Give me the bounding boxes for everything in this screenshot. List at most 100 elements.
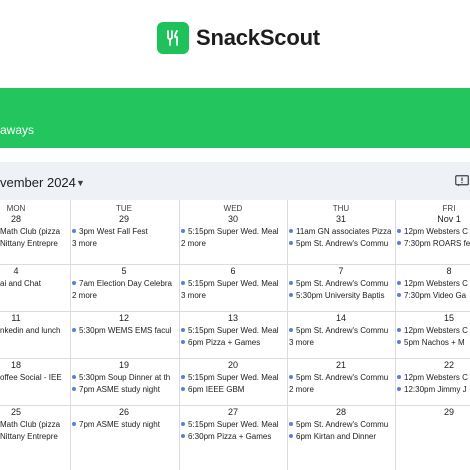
- calendar-event[interactable]: 5:15pm Super Wed. Meal: [181, 278, 286, 289]
- event-dot-icon: [289, 422, 293, 426]
- event-dot-icon: [397, 375, 401, 379]
- calendar-event[interactable]: 6pm Pizza + Games: [181, 337, 286, 348]
- fork-icon: [167, 30, 178, 46]
- calendar-event[interactable]: 11am GN associates Pizza: [289, 226, 394, 237]
- event-title: 6pm Pizza + Games: [188, 338, 261, 347]
- month-selector[interactable]: vember 2024: [0, 175, 76, 190]
- calendar-event[interactable]: 5:30pm Soup Dinner at th: [72, 372, 177, 383]
- more-events-link[interactable]: 2 more: [72, 290, 177, 301]
- event-title: 5:15pm Super Wed. Meal: [188, 420, 279, 429]
- more-events-link[interactable]: 3 more: [72, 238, 177, 249]
- more-events-link[interactable]: 2 more: [181, 238, 286, 249]
- calendar-event[interactable]: 12pm Websters C: [397, 226, 470, 237]
- event-title: 7pm ASME study night: [79, 385, 160, 394]
- weekday-header: WED: [223, 204, 243, 213]
- day-number[interactable]: 27: [179, 407, 287, 417]
- more-events-link[interactable]: 3 more: [181, 290, 286, 301]
- day-number[interactable]: 11: [0, 313, 70, 323]
- app-title[interactable]: SnackScout: [196, 25, 320, 51]
- day-number[interactable]: 19: [70, 360, 178, 370]
- day-number[interactable]: 18: [0, 360, 70, 370]
- event-title: 6:30pm Pizza + Games: [188, 432, 272, 441]
- event-title: 5pm Nachos + M: [404, 338, 465, 347]
- grid-divider: [0, 311, 470, 312]
- day-number[interactable]: 22: [395, 360, 470, 370]
- calendar-event[interactable]: 5:15pm Super Wed. Meal: [181, 226, 286, 237]
- day-number[interactable]: 7: [287, 266, 395, 276]
- calendar-event[interactable]: Nittany Entrepre: [0, 431, 105, 442]
- day-number[interactable]: 20: [179, 360, 287, 370]
- day-number[interactable]: 29: [395, 407, 470, 417]
- day-number[interactable]: 25: [0, 407, 70, 417]
- event-dot-icon: [181, 328, 185, 332]
- calendar-event[interactable]: 5pm Nachos + M: [397, 337, 470, 348]
- day-number[interactable]: 13: [179, 313, 287, 323]
- day-number[interactable]: 29: [70, 214, 178, 224]
- day-number[interactable]: 26: [70, 407, 178, 417]
- weekday-header: THU: [332, 204, 350, 213]
- more-events-link[interactable]: 2 more: [289, 384, 394, 395]
- calendar-event[interactable]: 5:30pm University Baptis: [289, 290, 394, 301]
- event-dot-icon: [72, 229, 76, 233]
- event-title: Nittany Entrepre: [0, 432, 58, 441]
- caret-down-icon[interactable]: ▼: [76, 178, 85, 188]
- calendar-event[interactable]: 7pm ASME study night: [72, 419, 177, 430]
- day-number[interactable]: 12: [70, 313, 178, 323]
- calendar-event[interactable]: 12:30pm Jimmy J: [397, 384, 470, 395]
- event-dot-icon: [181, 375, 185, 379]
- day-number[interactable]: 6: [179, 266, 287, 276]
- event-title: 5:15pm Super Wed. Meal: [188, 227, 279, 236]
- event-dot-icon: [397, 340, 401, 344]
- calendar-event[interactable]: 5pm St. Andrew's Commu: [289, 278, 394, 289]
- calendar-event[interactable]: 5pm St. Andrew's Commu: [289, 325, 394, 336]
- event-dot-icon: [397, 293, 401, 297]
- calendar-event[interactable]: 6pm IEEE GBM: [181, 384, 286, 395]
- calendar-event[interactable]: 3pm West Fall Fest: [72, 226, 177, 237]
- calendar-event[interactable]: 7:30pm ROARS fe: [397, 238, 470, 249]
- more-events-link[interactable]: 3 more: [289, 337, 394, 348]
- calendar-event[interactable]: 7am Election Day Celebra: [72, 278, 177, 289]
- weekday-header: MON: [6, 204, 26, 213]
- day-number[interactable]: 28: [287, 407, 395, 417]
- banner: [0, 88, 470, 148]
- event-dot-icon: [181, 229, 185, 233]
- calendar-event[interactable]: 5pm St. Andrew's Commu: [289, 372, 394, 383]
- calendar-event[interactable]: 5:30pm WEMS EMS facul: [72, 325, 177, 336]
- calendar-event[interactable]: 5pm St. Andrew's Commu: [289, 419, 394, 430]
- calendar-event[interactable]: 5:15pm Super Wed. Meal: [181, 325, 286, 336]
- day-number[interactable]: 31: [287, 214, 395, 224]
- calendar-event[interactable]: 12pm Websters C: [397, 278, 470, 289]
- event-dot-icon: [397, 281, 401, 285]
- event-title: 12:30pm Jimmy J: [404, 385, 467, 394]
- calendar-event[interactable]: 6pm Kirtan and Dinner: [289, 431, 394, 442]
- day-number[interactable]: 21: [287, 360, 395, 370]
- event-title: 5:15pm Super Wed. Meal: [188, 326, 279, 335]
- app-logo[interactable]: [157, 22, 189, 54]
- calendar-event[interactable]: 12pm Websters C: [397, 325, 470, 336]
- calendar-event[interactable]: 7:30pm Video Ga: [397, 290, 470, 301]
- event-dot-icon: [289, 293, 293, 297]
- event-title: 5pm St. Andrew's Commu: [296, 239, 389, 248]
- day-number[interactable]: 8: [395, 266, 470, 276]
- event-title: 5pm St. Andrew's Commu: [296, 420, 389, 429]
- feedback-icon[interactable]: [455, 175, 469, 187]
- day-number[interactable]: 5: [70, 266, 178, 276]
- event-title: 12pm Websters C: [404, 279, 468, 288]
- calendar-event[interactable]: 5:15pm Super Wed. Meal: [181, 419, 286, 430]
- calendar-event[interactable]: 5:15pm Super Wed. Meal: [181, 372, 286, 383]
- calendar-event[interactable]: 12pm Websters C: [397, 372, 470, 383]
- calendar-event[interactable]: 5pm St. Andrew's Commu: [289, 238, 394, 249]
- grid-divider: [179, 200, 180, 470]
- day-number[interactable]: 30: [179, 214, 287, 224]
- event-title: 5pm St. Andrew's Commu: [296, 279, 389, 288]
- day-number[interactable]: Nov 1: [395, 214, 470, 224]
- day-number[interactable]: 28: [0, 214, 70, 224]
- calendar-event[interactable]: 6:30pm Pizza + Games: [181, 431, 286, 442]
- grid-divider: [395, 200, 396, 470]
- day-number[interactable]: 4: [0, 266, 70, 276]
- event-title: 5:15pm Super Wed. Meal: [188, 373, 279, 382]
- weekday-header: TUE: [116, 204, 132, 213]
- calendar-event[interactable]: 7pm ASME study night: [72, 384, 177, 395]
- day-number[interactable]: 15: [395, 313, 470, 323]
- day-number[interactable]: 14: [287, 313, 395, 323]
